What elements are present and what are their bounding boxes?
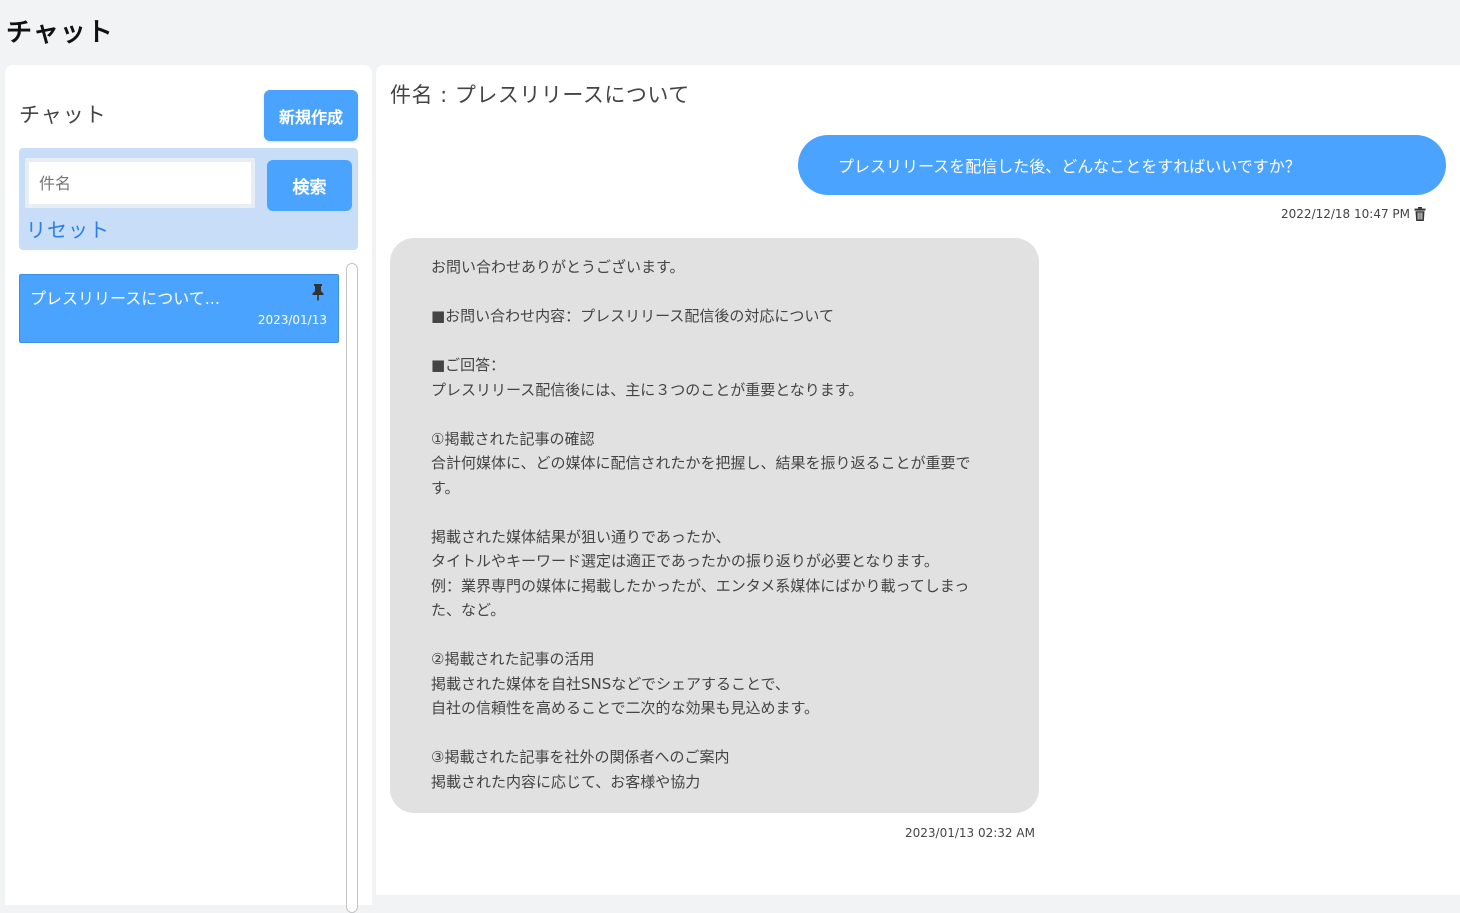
assistant-message-bubble: お問い合わせありがとうございます。 ■お問い合わせ内容：プレスリリース配信後の対… [390, 238, 1039, 813]
user-message-bubble: プレスリリースを配信した後、どんなことをすればいいですか？ [798, 135, 1446, 195]
subject-search-input[interactable] [29, 162, 251, 204]
search-panel: 検索 リセット [19, 148, 358, 250]
search-button[interactable]: 検索 [267, 160, 352, 211]
chat-item-date: 2023/01/13 [257, 313, 327, 327]
user-message-meta: 2022/12/18 10:47 PM [1281, 207, 1426, 221]
chat-item-title: プレスリリースについて... [30, 289, 220, 308]
chat-sidebar: チャット 新規作成 検索 リセット プレスリリースについて... 2023/01… [5, 65, 372, 913]
chat-subject: 件名 : プレスリリースについて [390, 83, 690, 107]
pin-icon[interactable] [311, 283, 325, 301]
chat-list-item[interactable]: プレスリリースについて... 2023/01/13 [19, 274, 339, 343]
reset-link[interactable]: リセット [26, 214, 110, 243]
trash-icon[interactable] [1414, 207, 1426, 221]
sidebar-title: チャット [19, 103, 107, 127]
chat-list-scrollbar[interactable] [346, 263, 358, 913]
chat-list: プレスリリースについて... 2023/01/13 [19, 274, 339, 343]
assistant-message-time: 2023/01/13 02:32 AM [905, 826, 1035, 840]
user-message-text: プレスリリースを配信した後、どんなことをすればいいですか？ [838, 157, 1301, 176]
search-input-wrapper [25, 158, 255, 208]
page-title: チャット [6, 18, 114, 48]
chat-main: 件名 : プレスリリースについて プレスリリースを配信した後、どんなことをすれば… [376, 65, 1460, 895]
user-message-time: 2022/12/18 10:47 PM [1281, 207, 1410, 221]
new-chat-button[interactable]: 新規作成 [264, 90, 358, 141]
